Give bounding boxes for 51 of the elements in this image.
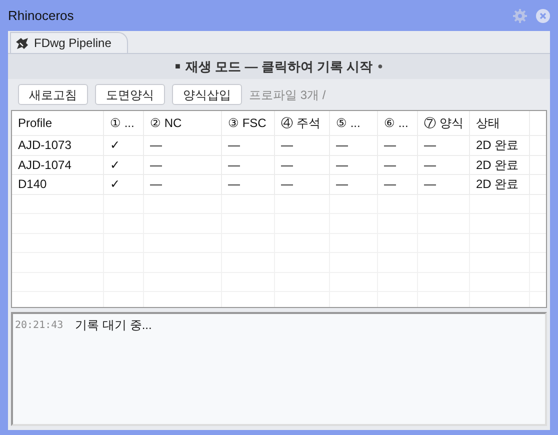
table-cell: ✓ — [104, 156, 144, 174]
table-cell: — — [144, 175, 222, 194]
profile-count: 프로파일 3개 / — [249, 86, 326, 104]
record-dot: ● — [378, 60, 383, 73]
tool-icon — [15, 36, 30, 50]
mode-text: 재생 모드 — 클릭하여 기록 시작 — [185, 58, 373, 76]
column-header[interactable]: Profile — [12, 111, 104, 135]
table-cell: 2D 완료 — [470, 156, 530, 174]
table-cell: — — [418, 156, 470, 174]
table-cell: — — [144, 136, 222, 154]
toolbar-button[interactable]: 새로고침 — [18, 84, 88, 105]
table-cell: — — [330, 175, 378, 194]
table-cell: — — [378, 136, 418, 154]
table-cell: — — [330, 136, 378, 154]
table-cell: — — [378, 156, 418, 174]
column-header[interactable]: ② NC — [144, 111, 222, 135]
window-title: Rhinoceros — [8, 6, 74, 25]
column-header[interactable]: ⑥ ... — [378, 111, 418, 135]
toolbar-button[interactable]: 도면양식 — [95, 84, 165, 105]
table-cell: AJD-1074 — [12, 156, 104, 174]
settings-icon[interactable] — [512, 8, 528, 24]
table-cell: — — [275, 136, 330, 154]
table-cell: — — [275, 175, 330, 194]
table-cell: — — [222, 175, 275, 194]
table-cell: D140 — [12, 175, 104, 194]
log-message: 기록 대기 중... — [75, 317, 152, 334]
log-timestamp: 20:21:43 — [15, 318, 64, 332]
toolbar-button[interactable]: 양식삽입 — [172, 84, 242, 105]
column-header[interactable]: ⑤ ... — [330, 111, 378, 135]
table-cell: — — [222, 136, 275, 154]
column-header[interactable]: ④ 주석 — [275, 111, 330, 135]
stop-marker: ■ — [175, 60, 180, 73]
table-cell: — — [222, 156, 275, 174]
table-cell: 2D 완료 — [470, 136, 530, 154]
table-cell: 2D 완료 — [470, 175, 530, 194]
column-header[interactable]: ① ... — [104, 111, 144, 135]
table-cell: — — [418, 175, 470, 194]
table-cell: — — [378, 175, 418, 194]
mode-banner[interactable]: ■ 재생 모드 — 클릭하여 기록 시작 ● — [8, 53, 550, 79]
table-cell: — — [275, 156, 330, 174]
table-cell: — — [330, 156, 378, 174]
table-cell: — — [418, 136, 470, 154]
table-cell: ✓ — [104, 175, 144, 194]
pipeline-tab[interactable]: FDwg Pipeline — [10, 32, 128, 53]
column-header[interactable]: ③ FSC — [222, 111, 275, 135]
close-icon[interactable] — [536, 8, 550, 22]
table-cell: AJD-1073 — [12, 136, 104, 154]
table-cell: ✓ — [104, 136, 144, 154]
column-header[interactable]: 상태 — [470, 111, 530, 135]
table-cell: — — [144, 156, 222, 174]
column-header[interactable]: ⑦ 양식 — [418, 111, 470, 135]
